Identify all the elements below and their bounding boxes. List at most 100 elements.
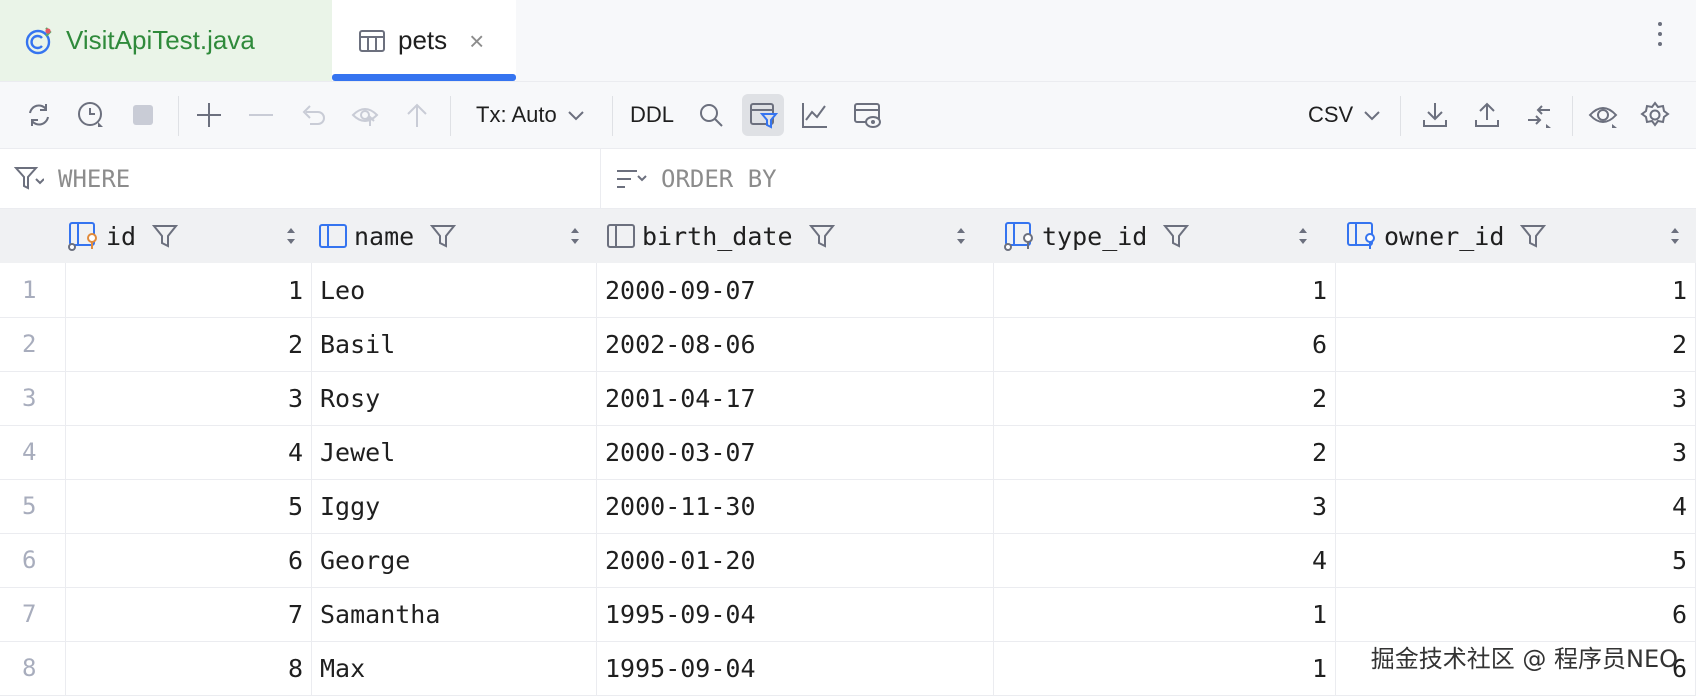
sort-toggle-icon[interactable] [1668, 225, 1682, 247]
filter-bar: WHERE ORDER BY [0, 149, 1696, 209]
compare-icon[interactable] [1518, 94, 1560, 136]
cell-name[interactable]: Max [312, 641, 597, 695]
table-row[interactable]: 5 5 Iggy 2000-11-30 3 4 [0, 479, 1696, 534]
cell-name[interactable]: George [312, 533, 597, 587]
refresh-icon[interactable] [18, 94, 60, 136]
history-icon[interactable] [70, 94, 112, 136]
where-filter-input[interactable]: WHERE [0, 149, 601, 208]
order-by-input[interactable]: ORDER BY [601, 149, 1696, 208]
commit-icon[interactable] [396, 94, 438, 136]
column-name: id [106, 221, 137, 251]
sort-toggle-icon[interactable] [568, 225, 582, 247]
add-row-icon[interactable] [188, 94, 230, 136]
column-header-birth-date[interactable]: birth_date [606, 209, 982, 263]
submit-icon[interactable] [344, 94, 386, 136]
foreign-key-column-icon [1002, 221, 1036, 251]
cell-type-id[interactable]: 4 [994, 533, 1336, 587]
cell-name[interactable]: Samantha [312, 587, 597, 641]
sort-toggle-icon[interactable] [284, 225, 298, 247]
settings-icon[interactable] [1634, 94, 1676, 136]
cell-owner-id[interactable]: 1 [1336, 263, 1696, 317]
cell-id[interactable]: 5 [66, 479, 312, 533]
sort-toggle-icon[interactable] [1296, 225, 1310, 247]
more-options-icon[interactable] [1658, 22, 1666, 46]
cell-id[interactable]: 4 [66, 425, 312, 479]
cell-name[interactable]: Rosy [312, 371, 597, 425]
tab-visitapitest[interactable]: VisitApiTest.java [0, 0, 332, 81]
cell-name[interactable]: Leo [312, 263, 597, 317]
cell-owner-id[interactable]: 2 [1336, 317, 1696, 371]
cell-owner-id[interactable]: 6 [1336, 587, 1696, 641]
foreign-key-column-icon [1344, 221, 1378, 251]
cell-name[interactable]: Iggy [312, 479, 597, 533]
table-row[interactable]: 3 3 Rosy 2001-04-17 2 3 [0, 371, 1696, 426]
cell-id[interactable]: 3 [66, 371, 312, 425]
cell-birth-date[interactable]: 2001-04-17 [597, 371, 994, 425]
eye-icon[interactable] [1582, 94, 1624, 136]
column-filter-icon[interactable] [1163, 223, 1190, 249]
tab-label: VisitApiTest.java [66, 25, 255, 55]
table-row[interactable]: 6 6 George 2000-01-20 4 5 [0, 533, 1696, 588]
column-filter-icon[interactable] [1520, 223, 1547, 249]
column-icon [318, 222, 348, 250]
cell-type-id[interactable]: 1 [994, 587, 1336, 641]
table-row[interactable]: 7 7 Samantha 1995-09-04 1 6 [0, 587, 1696, 642]
column-filter-icon[interactable] [152, 223, 179, 249]
table-row[interactable]: 1 1 Leo 2000-09-07 1 1 [0, 263, 1696, 318]
sort-toggle-icon[interactable] [954, 225, 968, 247]
table-icon [358, 27, 386, 55]
cell-birth-date[interactable]: 2000-09-07 [597, 263, 994, 317]
tab-pets[interactable]: pets × [332, 0, 516, 81]
cell-owner-id[interactable]: 5 [1336, 533, 1696, 587]
cell-birth-date[interactable]: 2000-11-30 [597, 479, 994, 533]
java-test-class-icon [24, 26, 54, 56]
watermark-text: 掘金技术社区 @ 程序员NEO [1370, 645, 1678, 673]
cell-id[interactable]: 6 [66, 533, 312, 587]
cell-owner-id[interactable]: 3 [1336, 425, 1696, 479]
column-header-name[interactable]: name [318, 209, 596, 263]
column-header-type-id[interactable]: type_id [1002, 209, 1324, 263]
column-header-id[interactable]: id [66, 209, 312, 263]
cell-type-id[interactable]: 1 [994, 641, 1336, 695]
export-format-dropdown[interactable]: CSV [1308, 94, 1381, 136]
cell-type-id[interactable]: 1 [994, 263, 1336, 317]
cell-birth-date[interactable]: 1995-09-04 [597, 641, 994, 695]
stop-icon[interactable] [122, 94, 164, 136]
cell-name[interactable]: Jewel [312, 425, 597, 479]
delete-row-icon[interactable] [240, 94, 282, 136]
table-row[interactable]: 2 2 Basil 2002-08-06 6 2 [0, 317, 1696, 372]
column-filter-icon[interactable] [808, 223, 835, 249]
chart-icon[interactable] [794, 94, 836, 136]
cell-type-id[interactable]: 2 [994, 425, 1336, 479]
cell-birth-date[interactable]: 2002-08-06 [597, 317, 994, 371]
column-filter-icon[interactable] [430, 223, 457, 249]
cell-id[interactable]: 8 [66, 641, 312, 695]
column-header-owner-id[interactable]: owner_id [1344, 209, 1696, 263]
tx-mode-dropdown[interactable]: Tx: Auto [476, 94, 585, 136]
row-number: 2 [0, 317, 66, 371]
cell-birth-date[interactable]: 1995-09-04 [597, 587, 994, 641]
column-icon [606, 222, 636, 250]
search-icon[interactable] [690, 94, 732, 136]
table-row[interactable]: 4 4 Jewel 2000-03-07 2 3 [0, 425, 1696, 480]
row-number: 1 [0, 263, 66, 317]
cell-id[interactable]: 2 [66, 317, 312, 371]
row-number: 5 [0, 479, 66, 533]
cell-birth-date[interactable]: 2000-03-07 [597, 425, 994, 479]
cell-owner-id[interactable]: 4 [1336, 479, 1696, 533]
upload-icon[interactable] [1466, 94, 1508, 136]
cell-type-id[interactable]: 2 [994, 371, 1336, 425]
ddl-button[interactable]: DDL [630, 94, 674, 136]
revert-icon[interactable] [292, 94, 334, 136]
filter-icon[interactable] [742, 94, 784, 136]
cell-name[interactable]: Basil [312, 317, 597, 371]
cell-id[interactable]: 1 [66, 263, 312, 317]
cell-type-id[interactable]: 3 [994, 479, 1336, 533]
close-icon[interactable]: × [469, 28, 484, 54]
cell-type-id[interactable]: 6 [994, 317, 1336, 371]
cell-id[interactable]: 7 [66, 587, 312, 641]
view-editor-icon[interactable] [846, 94, 888, 136]
cell-owner-id[interactable]: 3 [1336, 371, 1696, 425]
cell-birth-date[interactable]: 2000-01-20 [597, 533, 994, 587]
download-icon[interactable] [1414, 94, 1456, 136]
